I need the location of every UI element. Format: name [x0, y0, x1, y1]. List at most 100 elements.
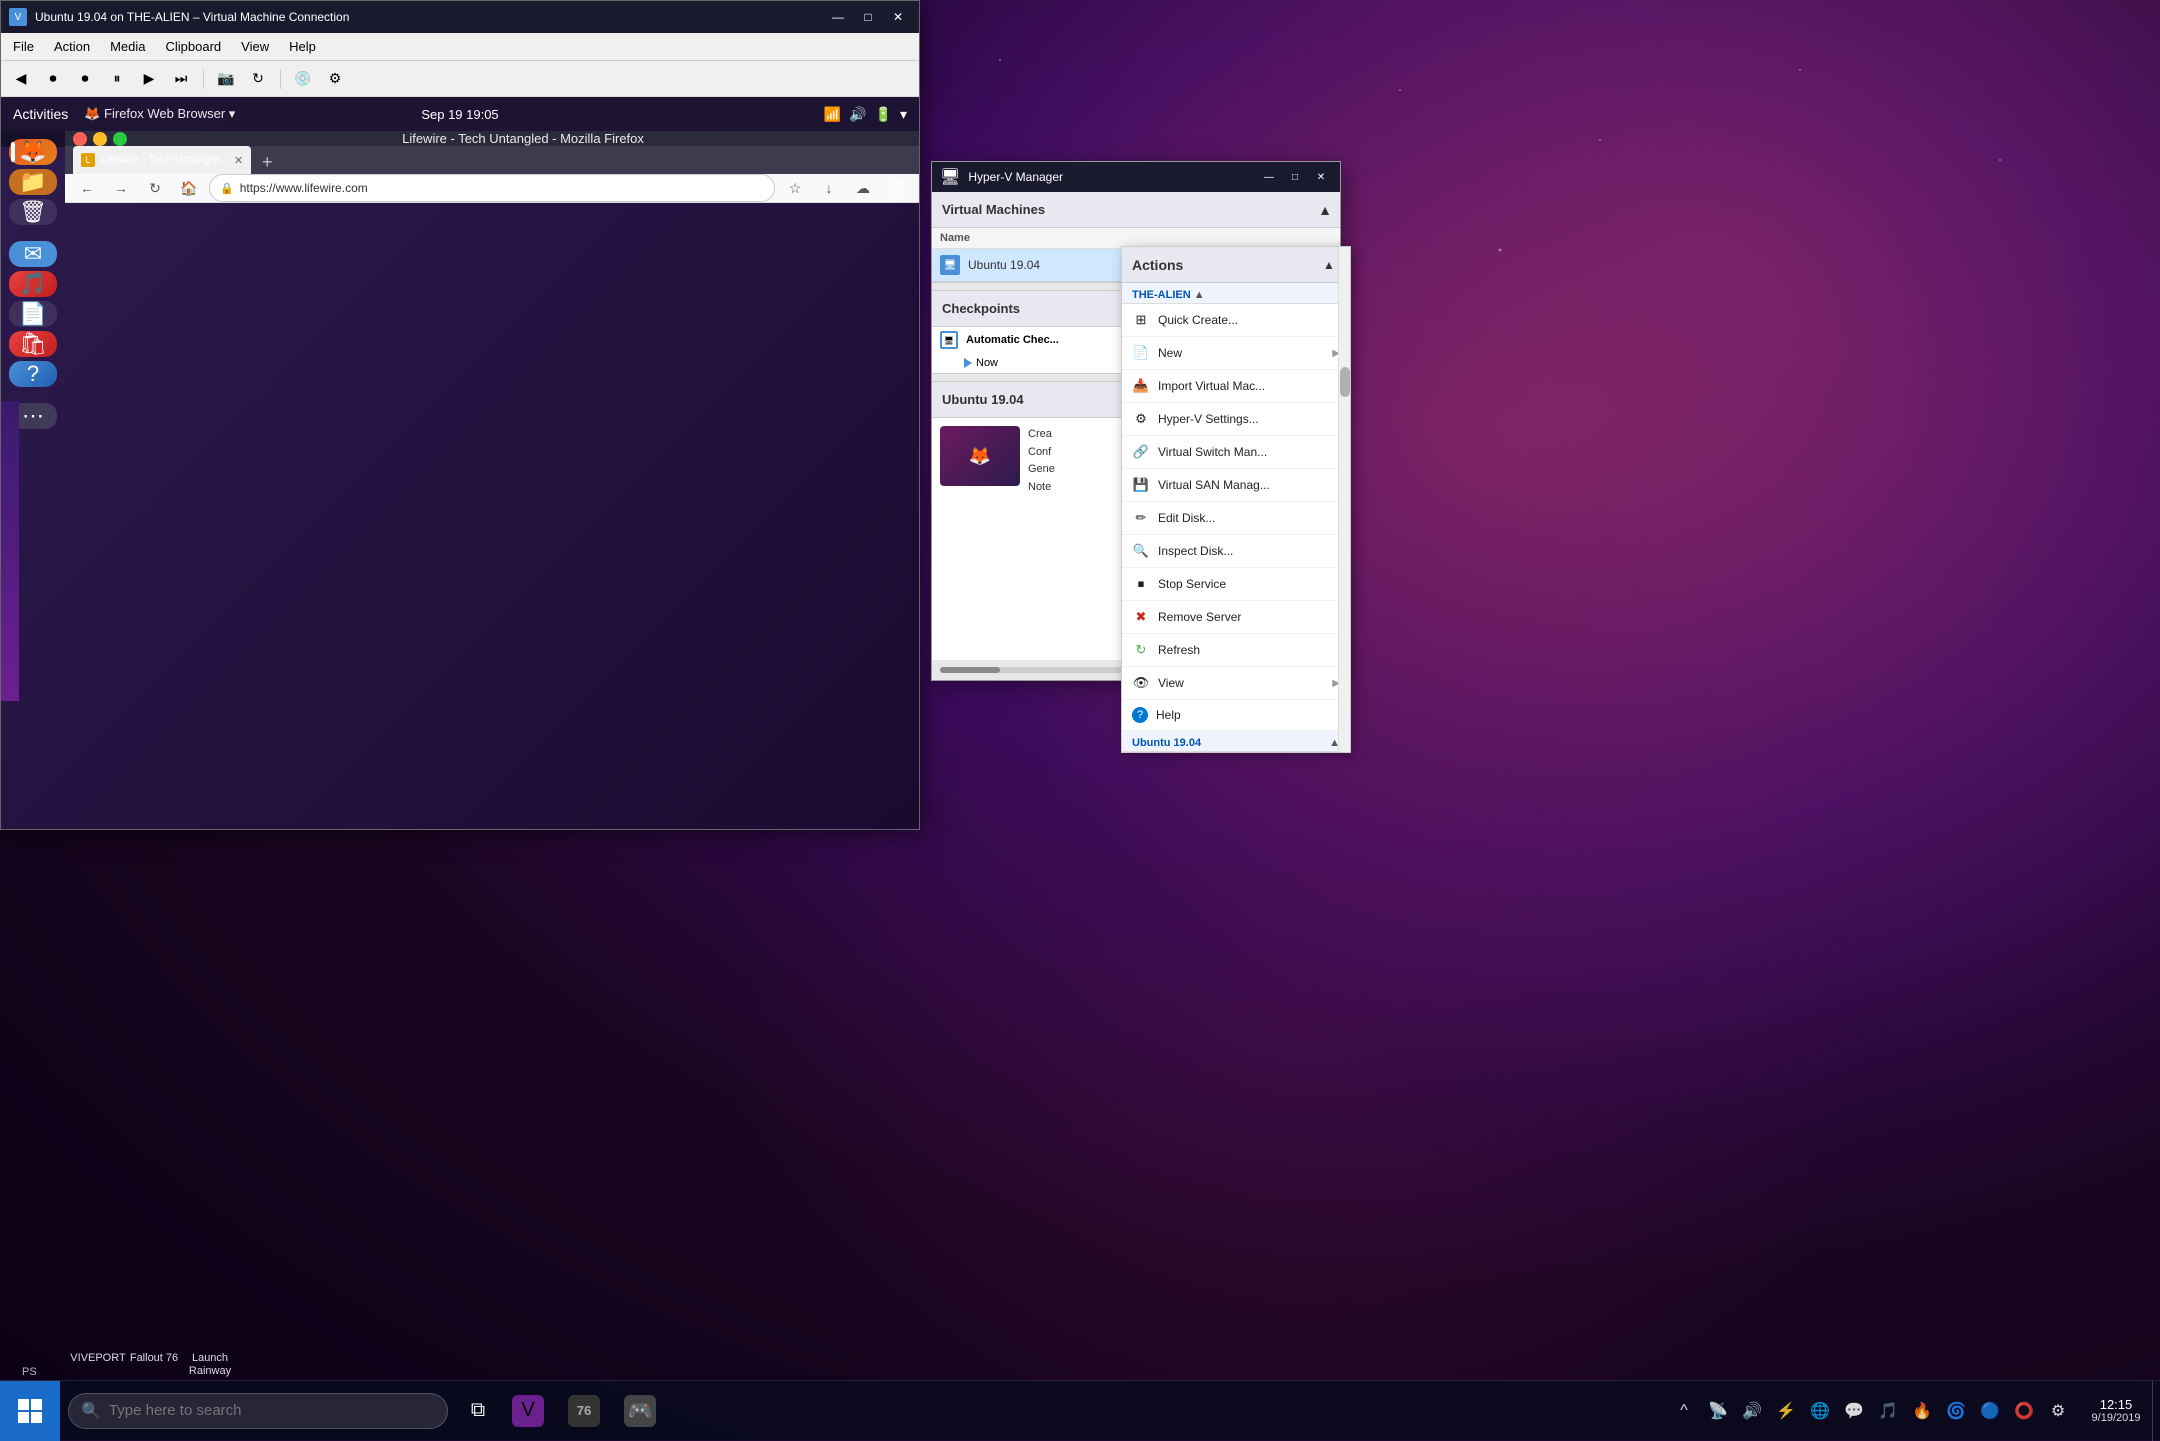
vm-toolbar: ◀ ⏺ ⏺ ⏸ ▶ ⏭ 📷 ↻ 💿 ⚙ — [1, 61, 919, 97]
actions-collapse-btn[interactable]: ▲ — [1318, 256, 1340, 274]
vm-menu-view[interactable]: View — [233, 37, 277, 56]
vm-tb-play[interactable]: ▶ — [135, 66, 163, 92]
new-tab-button[interactable]: + — [255, 150, 279, 174]
taskbar: 🔍 ⧉ V 76 🎮 ^ 📡 🔊 ⚡ 🌐 💬 🎵 🔥 🌀 🔵 ⭕ ⚙ — [0, 1380, 2160, 1440]
vm-tb-forward[interactable]: ⏭ — [167, 66, 195, 92]
ubuntu-volume-icon[interactable]: 🔊 — [849, 106, 866, 123]
show-desktop-button[interactable] — [2152, 1381, 2160, 1441]
vm-tb-disk[interactable]: 💿 — [289, 66, 317, 92]
action-refresh[interactable]: ↻ Refresh — [1122, 634, 1350, 667]
action-new[interactable]: 📄 New ▶ — [1122, 337, 1350, 370]
ff-menu-button[interactable]: ☰ — [883, 174, 911, 202]
hv-scrollbar-h-thumb — [940, 667, 1000, 673]
tray-icon-1[interactable]: 📡 — [1704, 1397, 1732, 1425]
action-hyperv-settings[interactable]: ⚙ Hyper-V Settings... — [1122, 403, 1350, 436]
firefox-maximize-button[interactable] — [113, 132, 127, 146]
action-quick-create[interactable]: ⊞ Quick Create... — [1122, 304, 1350, 337]
start-button[interactable] — [0, 1381, 60, 1441]
the-alien-collapse[interactable]: ▲ — [1194, 289, 1205, 301]
dock-help[interactable]: ? — [9, 361, 57, 387]
dock-files[interactable]: 📁 — [9, 169, 57, 195]
ff-downloads-btn[interactable]: ↓ — [815, 174, 843, 202]
dock-email[interactable]: ✉ — [9, 241, 57, 267]
vm-col-name: Name — [940, 232, 970, 244]
tray-icon-8[interactable]: 🌀 — [1942, 1397, 1970, 1425]
vm-minimize-button[interactable]: — — [825, 7, 851, 27]
firefox-titlebar: Lifewire - Tech Untangled - Mozilla Fire… — [65, 131, 919, 146]
ff-bookmarks-btn[interactable]: ☆ — [781, 174, 809, 202]
actions-scrollbar[interactable] — [1338, 247, 1350, 752]
tray-icon-10[interactable]: ⭕ — [2010, 1397, 2038, 1425]
tray-icon-4[interactable]: 🌐 — [1806, 1397, 1834, 1425]
vm-tb-pause[interactable]: ⏸ — [103, 66, 131, 92]
action-virtual-san[interactable]: 💾 Virtual SAN Manag... — [1122, 469, 1350, 502]
action-edit-disk[interactable]: ✏ Edit Disk... — [1122, 502, 1350, 535]
ff-refresh-button[interactable]: ↻ — [141, 174, 169, 202]
firefox-close-button[interactable] — [73, 132, 87, 146]
firefox-tab-lifewire[interactable]: L Lifewire - Tech Untangle... ✕ — [73, 146, 251, 174]
hyperv-maximize-btn[interactable]: □ — [1284, 168, 1306, 186]
ubuntu-power-icon[interactable]: ▾ — [900, 106, 907, 123]
the-alien-section: THE-ALIEN ▲ — [1122, 283, 1350, 304]
tray-icon-9[interactable]: 🔵 — [1976, 1397, 2004, 1425]
taskbar-fallout-label: Fallout 76 — [126, 1352, 182, 1378]
action-view[interactable]: 👁 View ▶ — [1122, 667, 1350, 700]
taskbar-search-bar[interactable]: 🔍 — [68, 1393, 448, 1429]
vm-maximize-button[interactable]: □ — [855, 7, 881, 27]
tab-favicon: L — [81, 153, 95, 167]
vm-menu-action[interactable]: Action — [46, 37, 98, 56]
vm-menu-clipboard[interactable]: Clipboard — [158, 37, 230, 56]
vm-menu-help[interactable]: Help — [281, 37, 324, 56]
taskbar-rainway-app[interactable]: 🎮 — [612, 1381, 668, 1441]
tray-icon-5[interactable]: 💬 — [1840, 1397, 1868, 1425]
vm-menu-file[interactable]: File — [5, 37, 42, 56]
virtual-san-icon: 💾 — [1132, 476, 1150, 494]
ubuntu-activities-button[interactable]: Activities — [13, 106, 68, 122]
taskbar-clock[interactable]: 12:15 9/19/2019 — [2080, 1381, 2152, 1441]
ff-back-button[interactable]: ← — [73, 174, 101, 202]
dock-music[interactable]: 🎵 — [9, 271, 57, 297]
tray-chevron[interactable]: ^ — [1670, 1397, 1698, 1425]
dock-firefox[interactable]: 🦊 — [9, 139, 57, 165]
action-help[interactable]: ? Help — [1122, 700, 1350, 731]
stop-service-label: Stop Service — [1158, 577, 1340, 591]
tab-close-button[interactable]: ✕ — [234, 154, 243, 167]
refresh-label: Refresh — [1158, 643, 1340, 657]
tray-icon-3[interactable]: ⚡ — [1772, 1397, 1800, 1425]
ubuntu-network-icon[interactable]: 📶 — [824, 106, 841, 123]
firefox-url-bar[interactable]: 🔒 https://www.lifewire.com — [209, 174, 775, 202]
ff-forward-button[interactable]: → — [107, 174, 135, 202]
vm-tb-back[interactable]: ◀ — [7, 66, 35, 92]
vm-tb-refresh[interactable]: ↻ — [244, 66, 272, 92]
ff-sync-btn[interactable]: ☁ — [849, 174, 877, 202]
vm-menu-media[interactable]: Media — [102, 37, 153, 56]
vm-tb-screenshot[interactable]: 📷 — [212, 66, 240, 92]
hyperv-minimize-btn[interactable]: — — [1258, 168, 1280, 186]
firefox-minimize-button[interactable] — [93, 132, 107, 146]
tray-icon-11[interactable]: ⚙ — [2044, 1397, 2072, 1425]
action-stop-service[interactable]: ⏹ Stop Service — [1122, 568, 1350, 601]
vm-tb-record[interactable]: ⏺ — [71, 66, 99, 92]
dock-text[interactable]: 📄 — [9, 301, 57, 327]
vm-tb-settings[interactable]: ⚙ — [321, 66, 349, 92]
action-import[interactable]: 📥 Import Virtual Mac... — [1122, 370, 1350, 403]
ff-home-button[interactable]: 🏠 — [175, 174, 203, 202]
taskbar-search-input[interactable] — [109, 1402, 435, 1419]
vm-close-button[interactable]: ✕ — [885, 7, 911, 27]
action-virtual-switch[interactable]: 🔗 Virtual Switch Man... — [1122, 436, 1350, 469]
ubuntu-battery-icon[interactable]: 🔋 — [875, 106, 892, 123]
hyperv-close-btn[interactable]: ✕ — [1310, 168, 1332, 186]
dock-software[interactable]: 🛍 — [9, 331, 57, 357]
taskbar-fallout-app[interactable]: 76 — [556, 1381, 612, 1441]
viveport-icon: V — [512, 1395, 544, 1427]
tray-icon-7[interactable]: 🔥 — [1908, 1397, 1936, 1425]
taskbar-viveport-app[interactable]: V — [500, 1381, 556, 1441]
vm-panel-collapse[interactable]: ▲ — [1318, 202, 1332, 218]
tray-icon-6[interactable]: 🎵 — [1874, 1397, 1902, 1425]
dock-trash[interactable]: 🗑 — [9, 199, 57, 225]
action-remove-server[interactable]: ✖ Remove Server — [1122, 601, 1350, 634]
task-view-button[interactable]: ⧉ — [456, 1389, 500, 1433]
vm-tb-stop[interactable]: ⏺ — [39, 66, 67, 92]
action-inspect-disk[interactable]: 🔍 Inspect Disk... — [1122, 535, 1350, 568]
tray-icon-2[interactable]: 🔊 — [1738, 1397, 1766, 1425]
